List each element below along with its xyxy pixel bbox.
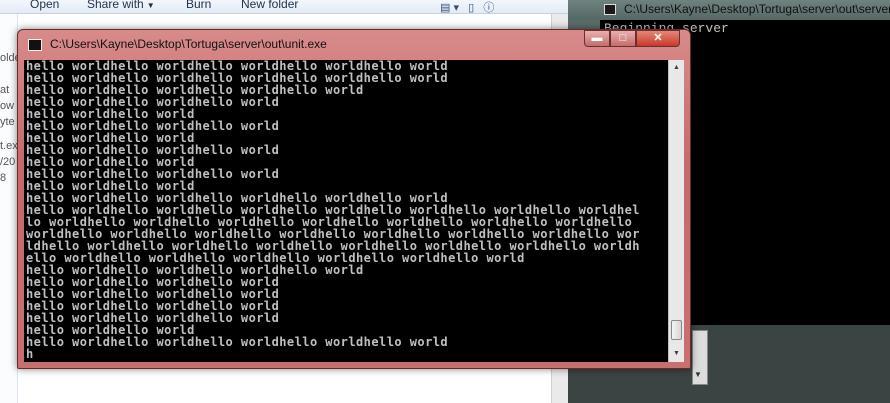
unit-console-output: hello worldhello worldhello worldhello w… [24,60,684,362]
open-button[interactable]: Open [30,0,59,11]
share-with-button[interactable]: Share with ▼ [87,0,155,11]
console-line: hello worldhello worldhello world [26,288,280,300]
console-line: hello worldhello worldhello world [26,300,280,312]
console-line: hello worldhello worldhello world [26,120,280,132]
console-line: hello worldhello worldhello worldhello w… [26,336,449,348]
unit-titlebar[interactable]: C:\Users\Kayne\Desktop\Tortuga\server\ou… [18,30,690,60]
console-line: lo worldhello worldhello worldhello worl… [26,216,633,228]
maximize-button[interactable]: □ [610,30,636,47]
chevron-down-icon: ▼ [146,1,155,10]
console-line: hello worldhello world [26,108,195,120]
console-line: ello worldhello worldhello worldhello wo… [26,252,525,264]
console-icon [604,4,616,15]
minimize-button[interactable]: ▬ [584,30,610,47]
console-line: hello worldhello worldhello worldhello w… [26,72,449,84]
burn-button[interactable]: Burn [186,0,211,11]
nav-fragment: t.ex [0,140,18,152]
scroll-up-arrow-icon[interactable]: ▲ [669,60,684,76]
console-line: h [26,348,34,360]
console-line: hello worldhello worldhello worldhello w… [26,84,364,96]
unit-window-title: C:\Users\Kayne\Desktop\Tortuga\server\ou… [50,37,327,51]
nav-fragment: at [0,84,10,96]
nav-fragment: ow [0,100,15,112]
scroll-down-arrow-icon[interactable]: ▼ [694,370,702,379]
new-folder-button[interactable]: New folder [241,0,298,11]
explorer-toolbar: Open Share with ▼ Burn New folder ▤ ▾ ▯ ⓘ [0,0,568,14]
console-line: hello worldhello worldhello world [26,168,280,180]
console-line: hello worldhello world [26,132,195,144]
console-line: hello worldhello worldhello world [26,96,280,108]
console-line: hello worldhello world [26,156,195,168]
scroll-down-arrow-icon[interactable]: ▼ [669,346,684,362]
close-button[interactable]: ✕ [636,30,680,47]
view-options-icon[interactable]: ▤ ▾ ▯ ⓘ [440,0,494,15]
navigation-pane: olde at ow yte t.ex /20 8 [0,14,18,403]
console-line: hello worldhello world [26,324,195,336]
scrollbar-thumb[interactable] [671,320,682,340]
console-line: hello worldhello worldhello world [26,144,280,156]
console-text: hello worldhello worldhello worldhello w… [26,60,666,360]
console-line: hello worldhello worldhello worldhello w… [26,60,449,72]
console-line: hello worldhello worldhello worldhello w… [26,204,640,216]
console-icon [28,39,42,51]
server-window-title: C:\Users\Kayne\Desktop\Tortuga\server\ou… [624,2,890,16]
console-line: hello worldhello worldhello worldhello w… [26,264,364,276]
console-scrollbar[interactable]: ▲ ▼ [668,60,684,362]
server-titlebar[interactable]: C:\Users\Kayne\Desktop\Tortuga\server\ou… [568,0,890,20]
console-line: hello worldhello worldhello worldhello w… [26,192,449,204]
unit-console-window: C:\Users\Kayne\Desktop\Tortuga\server\ou… [17,29,691,369]
console-line: hello worldhello world [26,180,195,192]
nav-fragment: yte [0,116,15,128]
console-line: hello worldhello worldhello world [26,312,280,324]
nav-fragment: 8 [0,172,7,184]
console-line: worldhello worldhello worldhello worldhe… [26,228,640,240]
nav-fragment: /20 [0,156,16,168]
nav-fragment: olde [0,52,17,64]
console-line: ldhello worldhello worldhello worldhello… [26,240,640,252]
console-line: hello worldhello worldhello world [26,276,280,288]
